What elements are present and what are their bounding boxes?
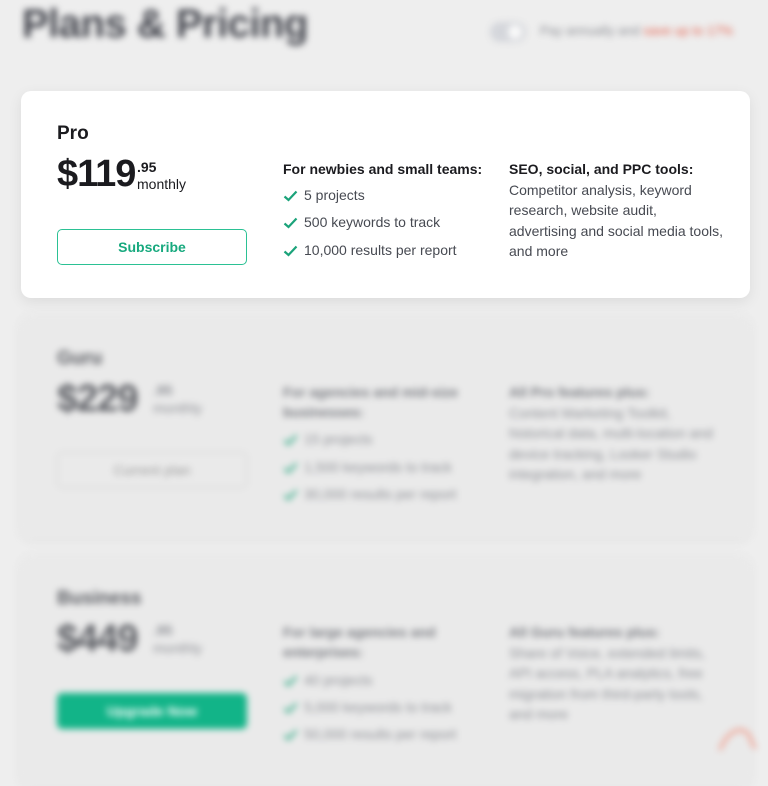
check-icon [283,191,298,202]
feature-item: 1,500 keywords to track [283,459,452,475]
check-icon [283,676,298,687]
check-icon [283,730,298,741]
subscribe-button[interactable]: Subscribe [57,229,247,265]
tools-title: All Pro features plus: [509,384,650,400]
save-badge: save up to 17% [643,23,733,38]
plan-name: Business [57,588,142,609]
check-icon [283,218,298,229]
features-title: For newbies and small teams: [283,161,483,177]
check-icon [283,246,298,257]
plan-price-cents: .95 [137,159,157,175]
plan-price: $449 [57,618,139,660]
plan-price: $119 [57,153,136,195]
tools-description: All Pro features plus: Content Marketing… [509,384,713,482]
feature-item: 500 keywords to track [283,214,440,230]
upgrade-now-button[interactable]: Upgrade Now [57,693,247,729]
feature-item: 15 projects [283,431,372,447]
features-title: For large agencies and enterprises: [283,624,436,660]
plan-period: monthly [153,640,203,656]
check-icon [283,435,298,446]
feature-item: 10,000 results per report [283,242,457,258]
feature-item: 5,000 keywords to track [283,699,452,715]
feature-item: 5 projects [283,187,365,203]
chat-widget-icon[interactable] [716,724,760,754]
billing-toggle[interactable] [490,22,526,42]
feature-item: 50,000 results per report [283,726,457,742]
plan-card-pro: Pro $119 .95 monthly Subscribe For newbi… [21,91,750,298]
check-icon [283,490,298,501]
tools-title: SEO, social, and PPC tools: [509,161,694,177]
plan-period: monthly [137,176,187,192]
tools-description: All Guru features plus: Share of Voice, … [509,624,706,722]
plan-price: $229 [57,378,139,420]
check-icon [283,463,298,474]
plan-price-cents: .95 [153,382,173,398]
plan-name: Pro [57,123,89,144]
plan-card-guru: Guru $229 .95 monthly Current plan For a… [21,316,750,538]
feature-item: 40 projects [283,672,372,688]
tools-description: SEO, social, and PPC tools: Competitor a… [509,161,724,259]
plan-price-cents: .95 [153,622,173,638]
check-icon [283,703,298,714]
tools-title: All Guru features plus: [509,624,660,640]
plan-name: Guru [57,348,103,369]
features-title: For agencies and mid-size businesses: [283,384,459,420]
plan-period: monthly [153,400,203,416]
billing-toggle-label: Pay annually and save up to 17% [540,23,733,38]
plan-card-business: Business $449 .95 monthly Upgrade Now Fo… [21,556,750,786]
current-plan-button[interactable]: Current plan [57,452,247,488]
page-title: Plans & Pricing [22,2,308,46]
feature-item: 30,000 results per report [283,486,457,502]
